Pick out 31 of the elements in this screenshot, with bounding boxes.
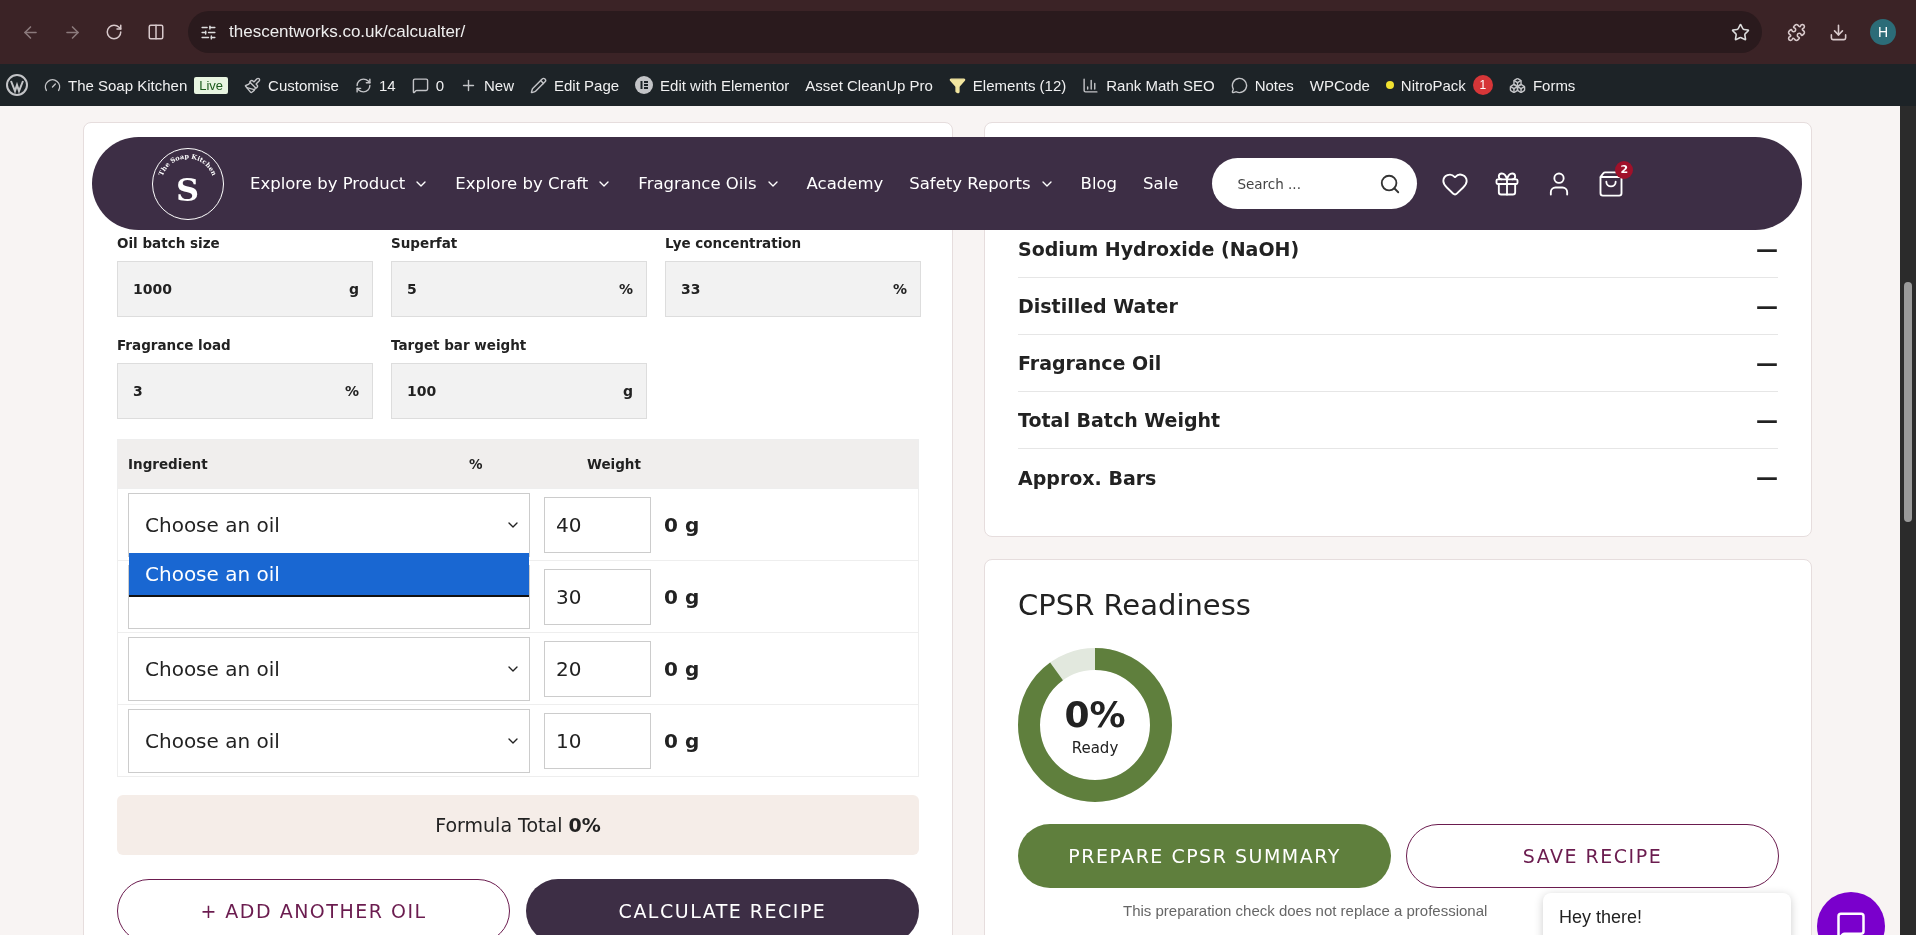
result-label: Fragrance Oil	[1018, 352, 1162, 374]
weight-value: 0 g	[663, 512, 701, 537]
weight-value: 0 g	[663, 584, 701, 609]
result-label: Approx. Bars	[1018, 466, 1157, 489]
result-value: —	[1756, 236, 1778, 262]
cart-count: 2	[1615, 160, 1634, 179]
field-label: Target bar weight	[391, 337, 527, 353]
url-text: thescentworks.co.uk/calcualter/	[229, 22, 466, 42]
live-badge: Live	[194, 76, 229, 94]
column-header: Ingredient	[128, 456, 209, 472]
result-label: Total Batch Weight	[1018, 409, 1221, 431]
field-label: Superfat	[391, 235, 458, 251]
result-value: —	[1756, 293, 1778, 319]
result-label: Distilled Water	[1018, 295, 1178, 317]
weight-value: 0 g	[663, 656, 701, 681]
notification-count: 1	[1472, 75, 1493, 95]
readiness-caption: Ready	[1071, 738, 1119, 757]
readiness-percent: 0%	[1064, 693, 1126, 735]
disclaimer-text: This preparation check does not replace a professional	[1123, 902, 1488, 919]
card-title: CPSR Readiness	[1018, 588, 1252, 622]
result-value: —	[1756, 465, 1778, 490]
column-header: Weight	[587, 456, 642, 472]
field-label: Fragrance load	[117, 337, 231, 353]
result-label: Sodium Hydroxide (NaOH)	[1018, 238, 1300, 260]
formula-total: Formula Total 0%	[117, 795, 919, 855]
result-value: —	[1756, 350, 1778, 376]
column-header: %	[469, 456, 484, 472]
weight-value: 0 g	[663, 728, 701, 753]
result-value: —	[1756, 407, 1778, 433]
field-label: Oil batch size	[117, 235, 220, 251]
field-label: Lye concentration	[665, 235, 802, 251]
